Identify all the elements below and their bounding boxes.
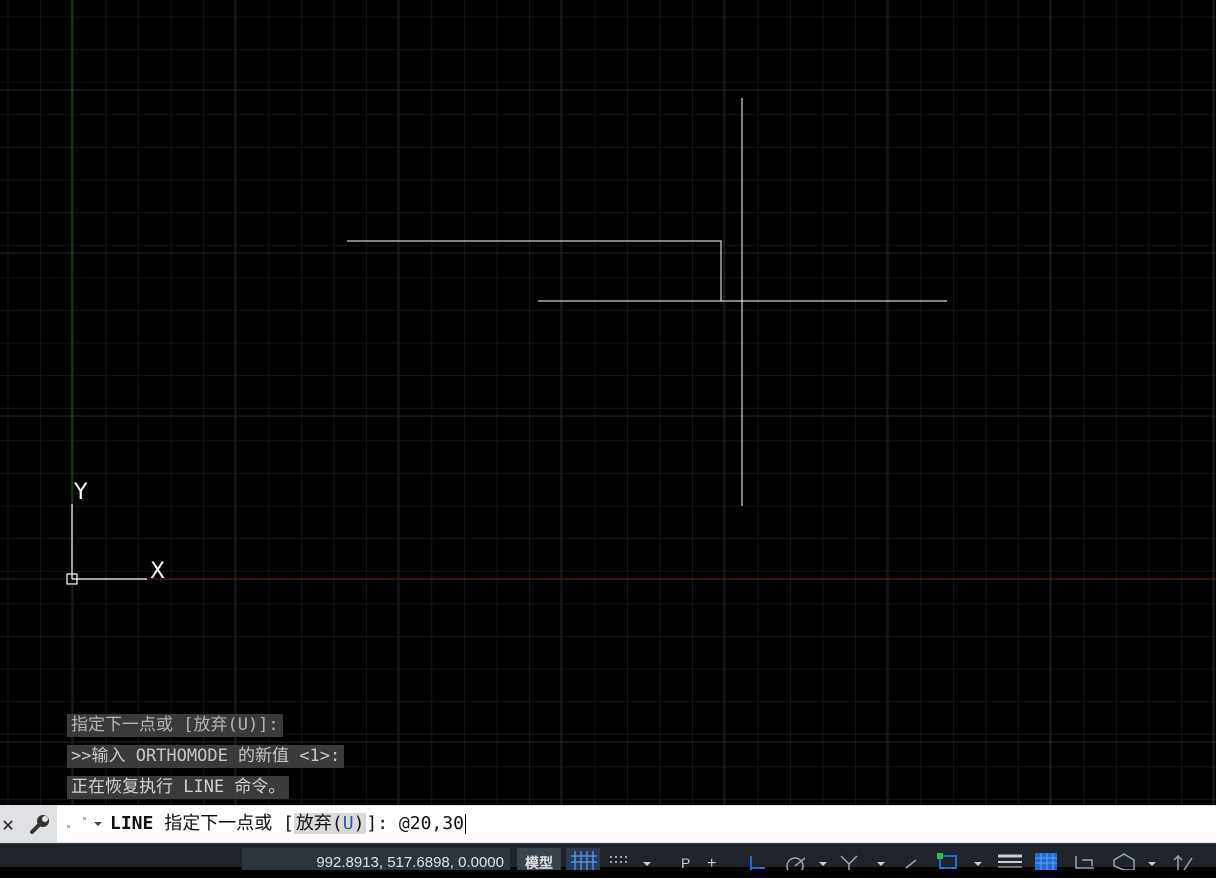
undo-option-close: ) xyxy=(353,813,365,834)
text-caret xyxy=(464,814,466,834)
undo-option-key: U xyxy=(342,813,354,834)
3d-osnap-icon[interactable] xyxy=(1106,848,1164,870)
grid-icon[interactable] xyxy=(566,848,600,870)
isodraft-icon[interactable] xyxy=(898,848,930,870)
infer-icon[interactable]: P + xyxy=(665,848,741,870)
drawing-area[interactable]: YX xyxy=(0,0,1216,805)
model-space-button[interactable]: 模型 xyxy=(517,848,561,871)
command-history-line: 正在恢复执行 LINE 命令。 xyxy=(67,776,290,799)
transparency-icon[interactable] xyxy=(1030,848,1064,870)
undo-option[interactable]: 放弃(U) xyxy=(293,813,367,834)
svg-text:+: + xyxy=(707,855,716,870)
dyn-ucs-icon[interactable] xyxy=(1168,848,1216,870)
typed-value: @20,30 xyxy=(398,813,464,834)
command-history-line: >>输入 ORTHOMODE 的新值 <1>: xyxy=(67,745,345,768)
snap-grid-icon[interactable] xyxy=(602,848,660,870)
selection-cycling-icon[interactable] xyxy=(1068,848,1104,870)
svg-text:P: P xyxy=(681,855,690,870)
prompt-end: ]: xyxy=(366,813,399,834)
undo-option-label: 放弃( xyxy=(295,813,343,834)
command-history-line: 指定下一点或 [放弃(U)]: xyxy=(67,714,283,737)
ortho-icon[interactable] xyxy=(741,848,777,870)
recent-commands-icon[interactable] xyxy=(63,813,103,835)
prompt-text: 指定下一点或 [ xyxy=(153,813,294,834)
wrench-icon[interactable] xyxy=(26,810,54,838)
close-icon[interactable]: ✕ xyxy=(0,813,16,835)
drawn-line xyxy=(347,240,722,301)
command-name: LINE xyxy=(110,813,154,834)
command-prompt: LINE 指定下一点或 [放弃(U)]: @20,30 xyxy=(110,813,466,835)
model-space-canvas[interactable]: YX xyxy=(0,0,1216,805)
coordinate-display[interactable]: 992.8913, 517.6898, 0.0000 xyxy=(242,848,510,871)
lineweight-icon[interactable] xyxy=(994,848,1026,870)
osnap-track-icon[interactable] xyxy=(835,848,891,870)
ucs-y-label: Y xyxy=(73,480,88,505)
ucs-x-label: X xyxy=(150,559,165,584)
command-input[interactable]: LINE 指定下一点或 [放弃(U)]: @20,30 xyxy=(57,806,1216,842)
command-line-bar: ✕ LINE 指定下一点或 [放弃(U)]: @20,30 xyxy=(0,805,1216,843)
status-bar: 992.8913, 517.6898, 0.0000 模型 P + xyxy=(0,843,1216,871)
polar-icon[interactable] xyxy=(779,848,833,870)
osnap-icon[interactable] xyxy=(932,848,990,870)
